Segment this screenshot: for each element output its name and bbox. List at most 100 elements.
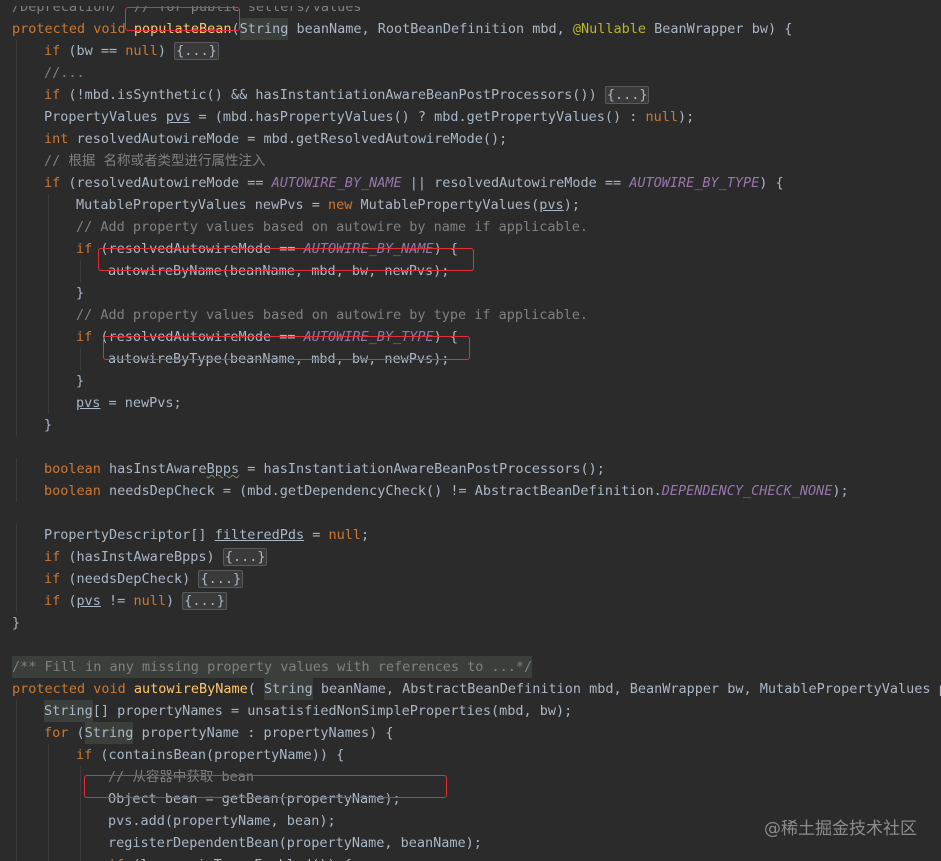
- indent-guide: [16, 810, 17, 832]
- indent-guide: [16, 524, 17, 546]
- code-line[interactable]: boolean needsDepCheck = (mbd.getDependen…: [16, 480, 849, 502]
- indent-guide: [16, 370, 17, 392]
- code-token: if: [108, 854, 132, 861]
- code-line[interactable]: if (!mbd.isSynthetic() && hasInstantiati…: [16, 84, 650, 106]
- code-token: pvs: [76, 593, 101, 609]
- code-token: =: [304, 527, 329, 543]
- code-token: (needsDepCheck): [68, 571, 199, 587]
- code-line[interactable]: /** Fill in any missing property values …: [12, 656, 533, 678]
- code-token: ) {: [433, 329, 459, 345]
- code-line[interactable]: int resolvedAutowireMode = mbd.getResolv…: [16, 128, 508, 150]
- code-line[interactable]: }: [12, 612, 20, 634]
- code-line[interactable]: protected void autowireByName( String be…: [12, 678, 941, 700]
- code-line[interactable]: String[] propertyNames = unsatisfiedNonS…: [16, 700, 573, 722]
- code-line[interactable]: pvs.add(propertyName, bean);: [16, 810, 336, 832]
- indent-guide: [80, 348, 81, 370]
- code-fold-toggle[interactable]: {...}: [182, 592, 227, 610]
- code-token: autowireByName: [133, 681, 248, 697]
- indent-guide: [48, 788, 49, 810]
- code-line[interactable]: if (resolvedAutowireMode == AUTOWIRE_BY_…: [16, 172, 784, 194]
- code-token: /** Fill in any missing property values …: [12, 656, 533, 678]
- code-line[interactable]: autowireByName(beanName, mbd, bw, newPvs…: [16, 260, 449, 282]
- code-token: (resolvedAutowireMode ==: [100, 329, 304, 345]
- code-fold-toggle[interactable]: {...}: [174, 42, 219, 60]
- code-line[interactable]: //...: [16, 62, 85, 84]
- indent-guide: [16, 216, 17, 238]
- indent-guide: [80, 832, 81, 854]
- code-line[interactable]: pvs = newPvs;: [16, 392, 182, 414]
- watermark-text: @稀土掘金技术社区: [764, 819, 917, 839]
- code-line[interactable]: if (resolvedAutowireMode == AUTOWIRE_BY_…: [16, 326, 459, 348]
- code-line[interactable]: if (hasInstAwareBpps) {...}: [16, 546, 268, 568]
- code-token: AUTOWIRE_BY_NAME: [303, 241, 434, 257]
- indent-guide: [16, 832, 17, 854]
- code-token: resolvedAutowireMode = mbd.getResolvedAu…: [76, 131, 508, 147]
- code-token: }: [44, 417, 53, 433]
- code-line[interactable]: PropertyDescriptor[] filteredPds = null;: [16, 524, 370, 546]
- code-token: beanName, AbstractBeanDefinition mbd, Be…: [312, 681, 941, 697]
- code-token: MutablePropertyValues newPvs =: [76, 197, 328, 213]
- code-token: );: [677, 109, 695, 125]
- code-token: Object bean = getBean(propertyName);: [108, 791, 401, 807]
- code-line[interactable]: if (pvs != null) {...}: [16, 590, 227, 612]
- code-token: int: [44, 131, 77, 147]
- indent-guide: [48, 326, 49, 348]
- code-token: !=: [100, 593, 134, 609]
- code-token: // 从容器中获取 bean: [108, 769, 255, 785]
- code-token: = (mbd.hasPropertyValues() ? mbd.getProp…: [190, 109, 646, 125]
- indent-guide: [16, 568, 17, 590]
- code-token: if: [44, 593, 69, 609]
- code-token: (resolvedAutowireMode ==: [100, 241, 304, 257]
- code-line[interactable]: if (logger.isTraceEnabled()) {: [16, 854, 352, 861]
- code-token: [] propertyNames = unsatisfiedNonSimpleP…: [92, 703, 573, 719]
- indent-guide: [16, 414, 17, 436]
- code-line[interactable]: Object bean = getBean(propertyName);: [16, 788, 401, 810]
- code-token: hasInstAware: [109, 461, 207, 477]
- indent-guide: [48, 216, 49, 238]
- code-token: ): [157, 43, 175, 59]
- code-line[interactable]: boolean hasInstAware Bpps = hasInstantiat…: [16, 458, 605, 480]
- code-token: || resolvedAutowireMode ==: [401, 175, 630, 191]
- code-token: ) {: [759, 175, 784, 191]
- code-fold-toggle[interactable]: {...}: [222, 548, 268, 566]
- code-editor[interactable]: /Deprecation/ // for public setters/valu…: [0, 0, 941, 861]
- code-line[interactable]: // 根据 名称或者类型进行属性注入: [16, 150, 266, 172]
- code-line[interactable]: registerDependentBean(propertyName, bean…: [16, 832, 482, 854]
- code-token: );: [832, 483, 849, 499]
- code-line[interactable]: for (String propertyName : propertyNames…: [16, 722, 394, 744]
- code-token: filteredPds: [214, 527, 305, 543]
- code-token: if: [44, 43, 69, 59]
- indent-guide: [16, 106, 17, 128]
- code-line[interactable]: // Add property values based on autowire…: [16, 304, 588, 326]
- indent-guide: [80, 788, 81, 810]
- code-line[interactable]: if (resolvedAutowireMode == AUTOWIRE_BY_…: [16, 238, 458, 260]
- code-line[interactable]: MutablePropertyValues newPvs = new Mutab…: [16, 194, 580, 216]
- code-token: protected void: [12, 681, 134, 697]
- code-line[interactable]: if (needsDepCheck) {...}: [16, 568, 244, 590]
- code-line[interactable]: // Add property values based on autowire…: [16, 216, 589, 238]
- code-token: MutablePropertyValues(: [360, 197, 540, 213]
- code-token: // Add property values based on autowire…: [76, 219, 589, 235]
- indent-guide: [48, 260, 49, 282]
- code-token: ): [165, 593, 183, 609]
- code-line[interactable]: }: [16, 282, 84, 304]
- code-line[interactable]: // 从容器中获取 bean: [16, 766, 255, 788]
- code-line[interactable]: }: [16, 370, 84, 392]
- indent-guide: [48, 744, 49, 766]
- code-fold-toggle[interactable]: {...}: [198, 570, 244, 588]
- indent-guide: [16, 282, 17, 304]
- indent-guide: [16, 62, 17, 84]
- code-line[interactable]: autowireByType(beanName, mbd, bw, newPvs…: [16, 348, 449, 370]
- code-line[interactable]: }: [16, 414, 53, 436]
- code-line[interactable]: protected void populateBean(String beanN…: [12, 18, 792, 40]
- code-token: (containsBean(propertyName)) {: [100, 747, 345, 763]
- code-line[interactable]: PropertyValues pvs = (mbd.hasPropertyVal…: [16, 106, 695, 128]
- code-line[interactable]: if (bw == null) {...}: [16, 40, 219, 62]
- code-token: ;: [361, 527, 370, 543]
- code-token: pvs: [76, 395, 101, 411]
- indent-guide: [48, 348, 49, 370]
- code-fold-toggle[interactable]: {...}: [604, 86, 650, 104]
- code-token: pvs: [165, 109, 191, 125]
- code-token: if: [44, 175, 69, 191]
- code-line[interactable]: if (containsBean(propertyName)) {: [16, 744, 345, 766]
